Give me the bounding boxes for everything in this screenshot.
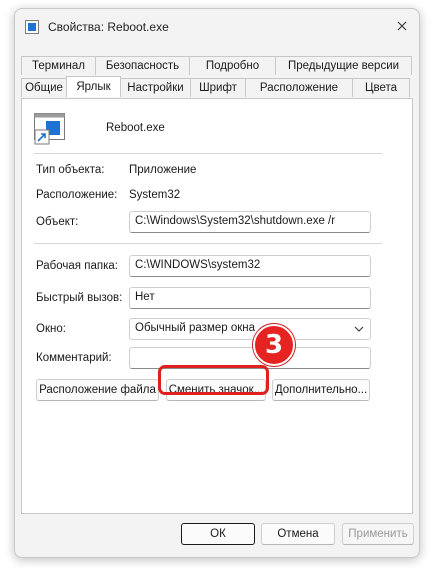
- tab-terminal[interactable]: Терминал: [21, 56, 96, 75]
- open-file-location-button[interactable]: Расположение файла: [36, 379, 159, 401]
- target-label: Объект:: [36, 216, 79, 228]
- apply-button[interactable]: Применить: [342, 523, 414, 545]
- chevron-down-icon: [354, 326, 364, 332]
- tab-security[interactable]: Безопасность: [95, 56, 190, 75]
- tab-row-top: Терминал Безопасность Подробно Предыдущи…: [21, 56, 412, 75]
- change-icon-highlight: [158, 365, 269, 395]
- tab-details[interactable]: Подробно: [189, 56, 276, 75]
- start-in-field[interactable]: C:\WINDOWS\system32: [129, 255, 371, 277]
- tab-layout[interactable]: Расположение: [245, 78, 353, 97]
- tab-colors[interactable]: Цвета: [352, 78, 410, 97]
- target-location-value: System32: [129, 189, 181, 201]
- tab-settings[interactable]: Настройки: [120, 78, 191, 97]
- run-label: Окно:: [36, 323, 66, 335]
- target-type-label: Тип объекта:: [36, 164, 105, 176]
- advanced-button[interactable]: Дополнительно...: [272, 379, 370, 401]
- run-select-value: Обычный размер окна: [135, 322, 256, 334]
- app-icon: [25, 20, 39, 34]
- shortcut-name: Reboot.exe: [106, 122, 165, 134]
- close-button[interactable]: [391, 15, 413, 37]
- target-field[interactable]: C:\Windows\System32\shutdown.exe /r: [129, 211, 371, 233]
- shortcut-key-field[interactable]: Нет: [129, 287, 371, 309]
- tab-general[interactable]: Общие: [21, 78, 67, 97]
- shortcut-file-icon: [34, 113, 65, 145]
- target-type-value: Приложение: [129, 164, 197, 176]
- tab-font[interactable]: Шрифт: [190, 78, 246, 97]
- ok-button[interactable]: ОК: [181, 523, 255, 545]
- tab-shortcut[interactable]: Ярлык: [66, 76, 121, 97]
- cancel-button[interactable]: Отмена: [261, 523, 335, 545]
- step-badge: 3: [253, 324, 295, 366]
- divider: [34, 153, 382, 154]
- title-bar[interactable]: Свойства: Reboot.exe: [15, 9, 419, 43]
- comment-label: Комментарий:: [36, 352, 112, 364]
- close-icon: [397, 21, 407, 31]
- target-location-label: Расположение:: [36, 189, 118, 201]
- window-title: Свойства: Reboot.exe: [48, 20, 169, 34]
- divider: [34, 243, 382, 244]
- shortcut-tab-panel: Reboot.exe Тип объекта: Приложение Распо…: [21, 98, 413, 514]
- shortcut-key-label: Быстрый вызов:: [36, 292, 123, 304]
- start-in-label: Рабочая папка:: [36, 260, 118, 272]
- tab-previous-versions[interactable]: Предыдущие версии: [275, 56, 412, 75]
- properties-window: Свойства: Reboot.exe Терминал Безопаснос…: [14, 8, 420, 558]
- tab-row-bottom: Общие Ярлык Настройки Шрифт Расположение…: [21, 76, 410, 97]
- run-select[interactable]: Обычный размер окна: [129, 318, 371, 340]
